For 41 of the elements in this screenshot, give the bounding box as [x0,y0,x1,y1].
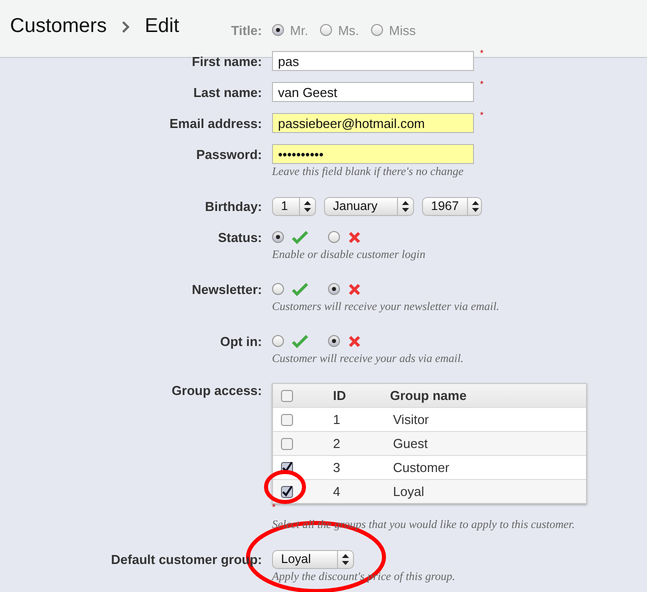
select-field[interactable]: January [324,196,414,216]
field-label: Email address: [170,116,262,130]
field-label: Opt in: [220,334,262,348]
required-mark: * [480,110,484,120]
required-mark: * [272,502,277,512]
field-label: Status: [218,230,262,244]
help-text: Enable or disable customer login [272,248,426,262]
select-field[interactable]: 1 [272,196,316,216]
required-mark: * [480,79,484,89]
column-header: Group name [390,388,468,403]
option-label: Miss [389,22,416,38]
page-title: Edit [144,15,180,38]
column-header: ID [333,388,347,403]
help-text: Customers will receive your newsletter via email. [272,300,500,314]
field-label: Newsletter: [192,282,262,296]
table-cell-text: 3 [333,460,342,475]
field-label: Last name: [193,84,262,100]
help-text: Customer will receive your ads via email. [272,352,465,366]
field-label: Group access: [172,383,262,398]
table-cell-text: Customer [392,460,450,475]
option-label: Ms. [338,22,360,38]
select-field[interactable]: Loyal [272,550,354,568]
field-label: Password: [196,146,262,162]
input-field[interactable]: •••••••••• [272,144,474,164]
table-cell-text: Guest [392,436,429,451]
field-label: First name: [192,54,262,68]
breadcrumb-link[interactable]: Customers [10,15,107,38]
required-mark: * [480,48,484,58]
table-cell-text: Loyal [392,484,426,499]
input-field[interactable]: passiebeer@hotmail.com [272,113,474,133]
table-cell-text: 2 [333,436,342,451]
option-label: Mr. [290,22,308,38]
input-field[interactable]: pas [272,51,474,71]
field-label: Birthday: [204,198,262,214]
table-cell-text: 1 [333,412,342,427]
input-field[interactable]: van Geest [272,82,474,102]
table-cell-text: 4 [333,484,342,499]
help-text: Leave this field blank if there's no change [272,165,464,179]
select-field[interactable]: 1967 [422,196,482,216]
table-cell-text: Visitor [392,412,430,427]
field-label: Title: [231,22,262,38]
